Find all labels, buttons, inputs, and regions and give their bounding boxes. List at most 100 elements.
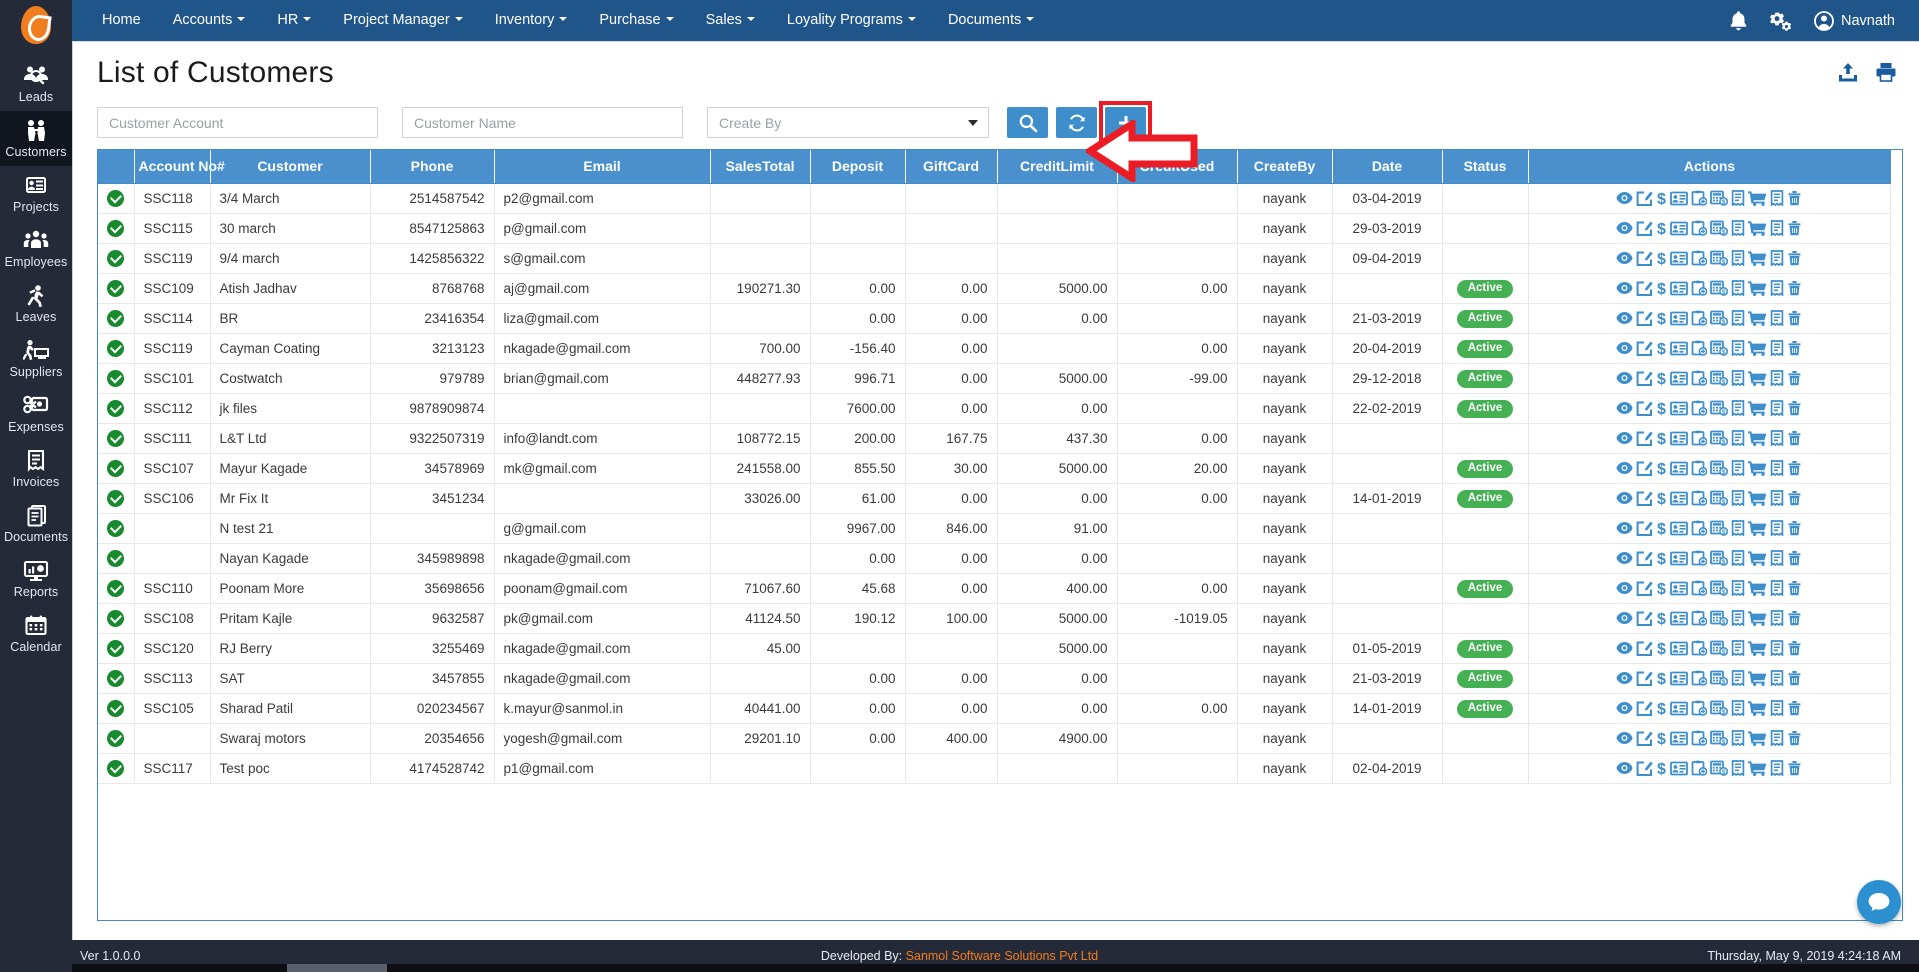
calculator-dollar-icon[interactable]: $ xyxy=(1710,400,1729,416)
delete-trash-icon[interactable] xyxy=(1787,640,1802,656)
edit-icon[interactable] xyxy=(1636,461,1653,476)
row-status-check-icon[interactable] xyxy=(98,393,135,424)
receipt-icon[interactable] xyxy=(1770,670,1784,687)
row-status-check-icon[interactable] xyxy=(98,723,135,754)
row-status-check-icon[interactable] xyxy=(98,243,135,274)
cart-icon[interactable] xyxy=(1748,460,1767,476)
row-status-check-icon[interactable] xyxy=(98,753,135,784)
calculator-dollar-icon[interactable]: $ xyxy=(1710,760,1729,776)
edit-icon[interactable] xyxy=(1636,491,1653,506)
sidebar-item-leaves[interactable]: Leaves xyxy=(0,276,72,331)
nav-item-hr[interactable]: HR xyxy=(261,0,327,41)
clipboard-add-icon[interactable] xyxy=(1691,700,1708,716)
calculator-dollar-icon[interactable]: $ xyxy=(1710,700,1729,716)
cart-icon[interactable] xyxy=(1748,730,1767,746)
delete-trash-icon[interactable] xyxy=(1787,550,1802,566)
dollar-icon[interactable]: $ xyxy=(1656,550,1667,568)
view-eye-icon[interactable] xyxy=(1616,611,1633,625)
table-row[interactable]: SSC117 Test poc 4174528742 p1@gmail.com naya… xyxy=(98,753,1891,784)
invoice-icon[interactable] xyxy=(1731,640,1745,657)
edit-icon[interactable] xyxy=(1636,401,1653,416)
view-eye-icon[interactable] xyxy=(1616,581,1633,595)
edit-icon[interactable] xyxy=(1636,671,1653,686)
table-row[interactable]: SSC120 RJ Berry 3255469 nkagade@gmail.com 45… xyxy=(98,633,1891,664)
calculator-dollar-icon[interactable]: $ xyxy=(1710,460,1729,476)
invoice-icon[interactable] xyxy=(1731,520,1745,537)
cart-icon[interactable] xyxy=(1748,430,1767,446)
invoice-icon[interactable] xyxy=(1731,730,1745,747)
edit-icon[interactable] xyxy=(1636,281,1653,296)
receipt-icon[interactable] xyxy=(1770,460,1784,477)
invoice-icon[interactable] xyxy=(1731,610,1745,627)
view-eye-icon[interactable] xyxy=(1616,491,1633,505)
create-by-input[interactable] xyxy=(707,107,989,138)
delete-trash-icon[interactable] xyxy=(1787,580,1802,596)
clipboard-add-icon[interactable] xyxy=(1691,550,1708,566)
invoice-icon[interactable] xyxy=(1731,700,1745,717)
cart-icon[interactable] xyxy=(1748,490,1767,506)
row-status-check-icon[interactable] xyxy=(98,453,135,484)
receipt-icon[interactable] xyxy=(1770,760,1784,777)
table-row[interactable]: SSC107 Mayur Kagade 34578969 mk@gmail.com 24… xyxy=(98,453,1891,484)
view-eye-icon[interactable] xyxy=(1616,551,1633,565)
row-status-check-icon[interactable] xyxy=(98,483,135,514)
cart-icon[interactable] xyxy=(1748,640,1767,656)
user-menu[interactable]: Navnath xyxy=(1814,10,1895,31)
sidebar-item-leads[interactable]: Leads xyxy=(0,56,72,111)
table-header-salestotal[interactable]: SalesTotal xyxy=(710,150,811,184)
nav-item-home[interactable]: Home xyxy=(86,0,157,41)
nav-item-inventory[interactable]: Inventory xyxy=(479,0,584,41)
cart-icon[interactable] xyxy=(1748,310,1767,326)
table-row[interactable]: SSC111 L&T Ltd 9322507319 info@landt.com 108… xyxy=(98,423,1891,454)
table-row[interactable]: Nayan Kagade 345989898 nkagade@gmail.com 0.… xyxy=(98,543,1891,574)
cart-icon[interactable] xyxy=(1748,520,1767,536)
scrollbar-thumb[interactable] xyxy=(287,964,387,972)
clipboard-add-icon[interactable] xyxy=(1691,220,1708,236)
dollar-icon[interactable]: $ xyxy=(1656,370,1667,388)
contact-card-icon[interactable] xyxy=(1670,401,1689,416)
receipt-icon[interactable] xyxy=(1770,520,1784,537)
receipt-icon[interactable] xyxy=(1770,310,1784,327)
clipboard-add-icon[interactable] xyxy=(1691,310,1708,326)
invoice-icon[interactable] xyxy=(1731,580,1745,597)
clipboard-add-icon[interactable] xyxy=(1691,640,1708,656)
calculator-dollar-icon[interactable]: $ xyxy=(1710,220,1729,236)
invoice-icon[interactable] xyxy=(1731,250,1745,267)
receipt-icon[interactable] xyxy=(1770,730,1784,747)
view-eye-icon[interactable] xyxy=(1616,371,1633,385)
receipt-icon[interactable] xyxy=(1770,550,1784,567)
edit-icon[interactable] xyxy=(1636,551,1653,566)
calculator-dollar-icon[interactable]: $ xyxy=(1710,190,1729,206)
table-header-creditlimit[interactable]: CreditLimit xyxy=(997,150,1118,184)
edit-icon[interactable] xyxy=(1636,221,1653,236)
table-row[interactable]: Swaraj motors 20354656 yogesh@gmail.com 292… xyxy=(98,723,1891,754)
view-eye-icon[interactable] xyxy=(1616,281,1633,295)
sidebar-item-invoices[interactable]: Invoices xyxy=(0,441,72,496)
delete-trash-icon[interactable] xyxy=(1787,700,1802,716)
invoice-icon[interactable] xyxy=(1731,460,1745,477)
edit-icon[interactable] xyxy=(1636,431,1653,446)
cart-icon[interactable] xyxy=(1748,760,1767,776)
row-status-check-icon[interactable] xyxy=(98,693,135,724)
dollar-icon[interactable]: $ xyxy=(1656,280,1667,298)
cart-icon[interactable] xyxy=(1748,610,1767,626)
row-status-check-icon[interactable] xyxy=(98,183,135,214)
view-eye-icon[interactable] xyxy=(1616,731,1633,745)
view-eye-icon[interactable] xyxy=(1616,191,1633,205)
calculator-dollar-icon[interactable]: $ xyxy=(1710,340,1729,356)
delete-trash-icon[interactable] xyxy=(1787,670,1802,686)
invoice-icon[interactable] xyxy=(1731,760,1745,777)
table-row[interactable]: SSC112 jk files 9878909874 7600.00 0.00 0.00 n… xyxy=(98,393,1891,424)
clipboard-add-icon[interactable] xyxy=(1691,520,1708,536)
contact-card-icon[interactable] xyxy=(1670,491,1689,506)
contact-card-icon[interactable] xyxy=(1670,431,1689,446)
table-header-email[interactable]: Email xyxy=(494,150,711,184)
nav-item-loyality-programs[interactable]: Loyality Programs xyxy=(771,0,932,41)
delete-trash-icon[interactable] xyxy=(1787,430,1802,446)
table-row[interactable]: SSC109 Atish Jadhav 8768768 aj@gmail.com 190… xyxy=(98,273,1891,304)
sidebar-item-suppliers[interactable]: Suppliers xyxy=(0,331,72,386)
cart-icon[interactable] xyxy=(1748,400,1767,416)
sidebar-item-projects[interactable]: Projects xyxy=(0,166,72,221)
sidebar-item-documents[interactable]: Documents xyxy=(0,496,72,551)
contact-card-icon[interactable] xyxy=(1670,521,1689,536)
